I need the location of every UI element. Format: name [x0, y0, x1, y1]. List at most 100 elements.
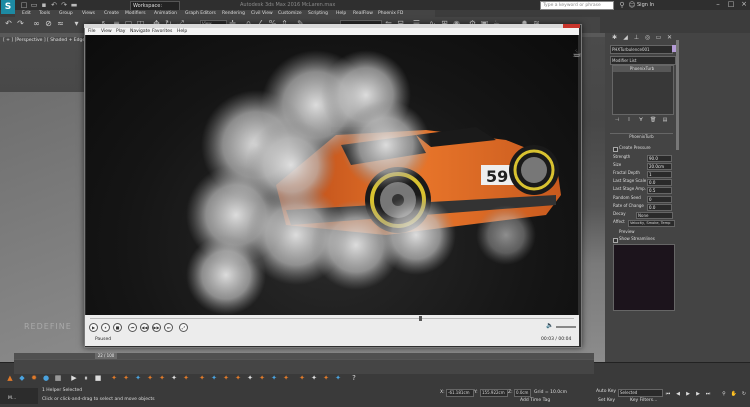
phoenix-setup-icon[interactable]: ▦ [54, 374, 62, 382]
minimize-icon[interactable]: – [712, 0, 724, 9]
coord-z-field[interactable]: 0.0cm [514, 389, 531, 397]
sim-icon-8[interactable]: ✦ [198, 374, 206, 382]
command-panel-scrollbar[interactable] [676, 40, 679, 150]
volume-icon[interactable]: 🔈 [546, 322, 554, 329]
utilities-tab-icon[interactable]: ✕ [665, 34, 674, 42]
menu-realflow[interactable]: RealFlow [353, 10, 373, 17]
fw-menu-play[interactable]: Play [116, 28, 125, 35]
binoculars-icon[interactable]: ⚲ [618, 1, 626, 9]
sim-icon-2[interactable]: ✦ [122, 374, 130, 382]
modifier-list-dropdown[interactable]: Modifier List [610, 56, 676, 65]
coord-y-field[interactable]: 155.922cm [480, 389, 508, 397]
maxscript-listener[interactable] [0, 388, 38, 404]
user-icon[interactable]: ☺ [628, 1, 636, 9]
sign-in-link[interactable]: Sign In [637, 1, 654, 9]
menu-phoenix-fd[interactable]: Phoenix FD [378, 10, 403, 17]
menu-views[interactable]: Views [82, 10, 95, 17]
undo-toolbar-icon[interactable]: ↶ [4, 19, 13, 28]
sim-icon-4[interactable]: ✦ [146, 374, 154, 382]
rewind-icon[interactable]: ◀◀ [140, 323, 149, 332]
goto-end-icon[interactable]: ⏭ [704, 390, 712, 398]
redo-icon[interactable]: ↷ [60, 1, 68, 9]
redo-toolbar-icon[interactable]: ↷ [16, 19, 25, 28]
seek-track[interactable] [90, 318, 574, 319]
configure-sets-icon[interactable]: ▤ [662, 117, 668, 123]
menu-tools[interactable]: Tools [39, 10, 50, 17]
key-mode-dropdown[interactable]: Selected [618, 389, 663, 397]
phoenix-source-icon[interactable]: ✹ [30, 374, 38, 382]
phoenix-splash-icon[interactable]: ● [42, 374, 50, 382]
modify-tab-icon[interactable]: ◢ [621, 34, 630, 42]
rollout-title[interactable]: PhoenixTurb [610, 133, 673, 140]
object-name-field[interactable]: PHXTurbulence001 [610, 45, 673, 54]
phoenix-fire-icon[interactable]: ▲ [6, 374, 14, 382]
sim-icon-18[interactable]: ✦ [322, 374, 330, 382]
size-spinner[interactable]: 20.0cm [647, 163, 672, 170]
last-stage-amp-spinner[interactable]: 0.5 [647, 187, 672, 194]
modifier-stack-item[interactable]: PhoenixTurb [613, 66, 671, 72]
next-frame-icon[interactable]: ▶ [694, 390, 702, 398]
set-key-button[interactable]: Set Key [598, 398, 615, 403]
fw-menu-navigate[interactable]: Navigate [130, 28, 150, 35]
rate-of-change-spinner[interactable]: 0.0 [647, 204, 672, 211]
sim-icon-7[interactable]: ✦ [182, 374, 190, 382]
sim-icon-1[interactable]: ✦ [110, 374, 118, 382]
stop-icon[interactable]: ■ [113, 323, 122, 332]
play-animation-icon[interactable]: ▶ [70, 374, 78, 382]
select-filter-icon[interactable]: ▾ [72, 19, 81, 28]
add-time-tag-button[interactable]: Add Time Tag [520, 398, 550, 403]
maximize-icon[interactable]: □ [725, 0, 737, 9]
play-timeline-icon[interactable]: ▶ [684, 390, 692, 398]
sim-icon-14[interactable]: ✦ [270, 374, 278, 382]
motion-tab-icon[interactable]: ◎ [643, 34, 652, 42]
sim-icon-15[interactable]: ✦ [282, 374, 290, 382]
make-unique-icon[interactable]: ∀ [638, 117, 644, 123]
menu-create[interactable]: Create [104, 10, 119, 17]
track-bar[interactable] [14, 359, 594, 374]
next-icon[interactable]: ⏭ [164, 323, 173, 332]
volume-slider[interactable] [556, 326, 576, 328]
pause-icon[interactable]: ⏸ [101, 323, 110, 332]
seek-handle[interactable] [419, 316, 423, 321]
prev-frame-icon[interactable]: ◀ [674, 390, 682, 398]
sim-icon-3[interactable]: ✦ [134, 374, 142, 382]
new-file-icon[interactable]: □ [20, 1, 28, 9]
app-logo[interactable]: S [1, 0, 15, 14]
menu-graph-editors[interactable]: Graph Editors [185, 10, 216, 17]
create-tab-icon[interactable]: ✱ [610, 34, 619, 42]
affect-field[interactable]: Velocity, Smoke, Temp [628, 220, 675, 227]
search-input[interactable]: Type a keyword or phrase [540, 1, 614, 10]
auto-key-button[interactable]: Auto Key [596, 389, 616, 394]
fw-menu-favorites[interactable]: Favorites [152, 28, 172, 35]
create-pressure-checkbox[interactable] [613, 147, 618, 152]
fw-menu-view[interactable]: View [101, 28, 112, 35]
menu-civil-view[interactable]: Civil View [251, 10, 273, 17]
fw-menu-help[interactable]: Help [177, 28, 187, 35]
play-icon[interactable]: ▶ [89, 323, 98, 332]
menu-customize[interactable]: Customize [278, 10, 302, 17]
previous-icon[interactable]: ⏮ [128, 323, 137, 332]
modifier-stack[interactable] [612, 65, 674, 115]
project-folder-icon[interactable]: ▬ [70, 1, 78, 9]
orbit-icon[interactable]: ↻ [740, 390, 748, 398]
help-icon[interactable]: ? [350, 374, 358, 382]
coord-x-field[interactable]: -61.181cm [446, 389, 474, 397]
menu-edit[interactable]: Edit [22, 10, 31, 17]
fw-menu-file[interactable]: File [88, 28, 96, 35]
menu-animation[interactable]: Animation [154, 10, 177, 17]
menu-modifiers[interactable]: Modifiers [125, 10, 146, 17]
strength-spinner[interactable]: 90.0 [647, 155, 672, 162]
close-icon[interactable]: × [738, 0, 750, 9]
bind-spacewarp-icon[interactable]: ≈ [56, 19, 65, 28]
fast-forward-icon[interactable]: ▶▶ [152, 323, 161, 332]
sim-icon-13[interactable]: ✦ [258, 374, 266, 382]
sim-icon-11[interactable]: ✦ [234, 374, 242, 382]
preview-rollout-label[interactable]: Preview [619, 229, 635, 235]
menu-help[interactable]: Help [336, 10, 346, 17]
pause-animation-icon[interactable]: ⏸ [82, 374, 90, 382]
sim-icon-17[interactable]: ✦ [310, 374, 318, 382]
sim-icon-16[interactable]: ✦ [298, 374, 306, 382]
menu-scripting[interactable]: Scripting [308, 10, 328, 17]
sim-icon-6[interactable]: ✦ [170, 374, 178, 382]
sim-icon-9[interactable]: ✦ [210, 374, 218, 382]
